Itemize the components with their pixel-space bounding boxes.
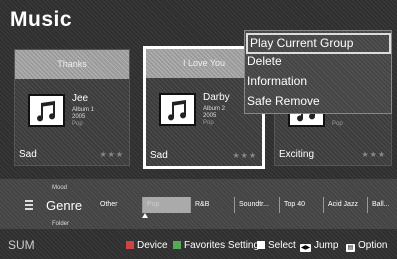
page-title: Music	[10, 8, 73, 31]
device-name: SUM	[8, 238, 35, 252]
category-next[interactable]: Folder	[52, 221, 69, 227]
mood-label: Sad	[150, 150, 168, 161]
filter-other[interactable]: Other	[96, 197, 142, 213]
rating-stars: ★★★	[99, 150, 124, 159]
menu-item-information[interactable]: Information	[247, 74, 307, 88]
menu-item-safe-remove[interactable]: Safe Remove	[247, 94, 320, 108]
device-hint[interactable]: Device	[126, 240, 168, 251]
artist-name: Jee	[72, 93, 89, 104]
skip-buttons-icon: ◀▶	[300, 244, 311, 252]
album-info: Album 2 2005 Pop	[203, 106, 225, 127]
drag-handle-icon	[25, 200, 33, 211]
rating-stars: ★★★	[361, 150, 386, 159]
album-genre: Pop	[203, 120, 214, 126]
category-current[interactable]: Genre	[46, 198, 82, 213]
red-button-icon	[126, 241, 134, 249]
music-note-icon	[159, 93, 196, 126]
artist-name: Darby	[203, 92, 230, 103]
select-hint[interactable]: Select	[257, 240, 296, 251]
album-year: 2005	[72, 114, 86, 120]
music-card-1[interactable]: Thanks Jee Album 1 2005 Pop Sad ★★★	[14, 49, 130, 166]
album-name: Album 2	[203, 106, 226, 112]
filter-rnb[interactable]: R&B	[190, 197, 234, 213]
green-button-icon	[173, 241, 181, 249]
mood-label: Sad	[19, 149, 37, 160]
album-info: Album 1 2005 Pop	[72, 107, 94, 128]
category-prev[interactable]: Mood	[52, 185, 67, 191]
card-header: Thanks	[15, 50, 129, 79]
music-screen: { "title": "Music", "cards": [ {"header"…	[0, 0, 397, 259]
option-hint[interactable]: ▤ Option	[346, 240, 387, 252]
selection-pointer-icon	[142, 213, 148, 218]
album-name: Album 1	[72, 107, 95, 113]
rating-stars: ★★★	[232, 151, 257, 160]
favorites-hint[interactable]: Favorites Setting	[173, 240, 259, 251]
tools-button-icon: ▤	[346, 244, 355, 252]
options-menu: Play Current Group Delete Information Sa…	[244, 30, 392, 114]
enter-button-icon	[257, 241, 265, 249]
filter-soundtrack[interactable]: Soundtr...	[234, 197, 279, 213]
album-genre: Pop	[332, 121, 343, 127]
menu-item-delete[interactable]: Delete	[247, 54, 282, 68]
device-hint-label: Device	[137, 240, 168, 251]
jump-hint[interactable]: ◀▶ Jump	[300, 240, 338, 252]
filter-pop[interactable]: Pop	[142, 197, 190, 213]
music-note-icon	[28, 94, 65, 127]
favorites-hint-label: Favorites Setting	[184, 240, 260, 251]
filter-ballad[interactable]: Ball...	[367, 197, 397, 213]
genre-filter-bar: Other Pop R&B Soundtr... Top 40 Acid Jaz…	[96, 197, 397, 213]
jump-hint-label: Jump	[314, 240, 339, 251]
select-hint-label: Select	[268, 240, 296, 251]
help-bar: SUM Device Favorites Setting Select ◀▶ Ju…	[0, 235, 397, 259]
menu-item-play-current-group[interactable]: Play Current Group	[246, 33, 391, 54]
album-year: 2005	[203, 113, 217, 119]
filter-acid-jazz[interactable]: Acid Jazz	[323, 197, 367, 213]
filter-top-40[interactable]: Top 40	[279, 197, 323, 213]
mood-label: Exciting	[279, 149, 315, 160]
option-hint-label: Option	[358, 240, 388, 251]
album-genre: Pop	[72, 121, 83, 127]
